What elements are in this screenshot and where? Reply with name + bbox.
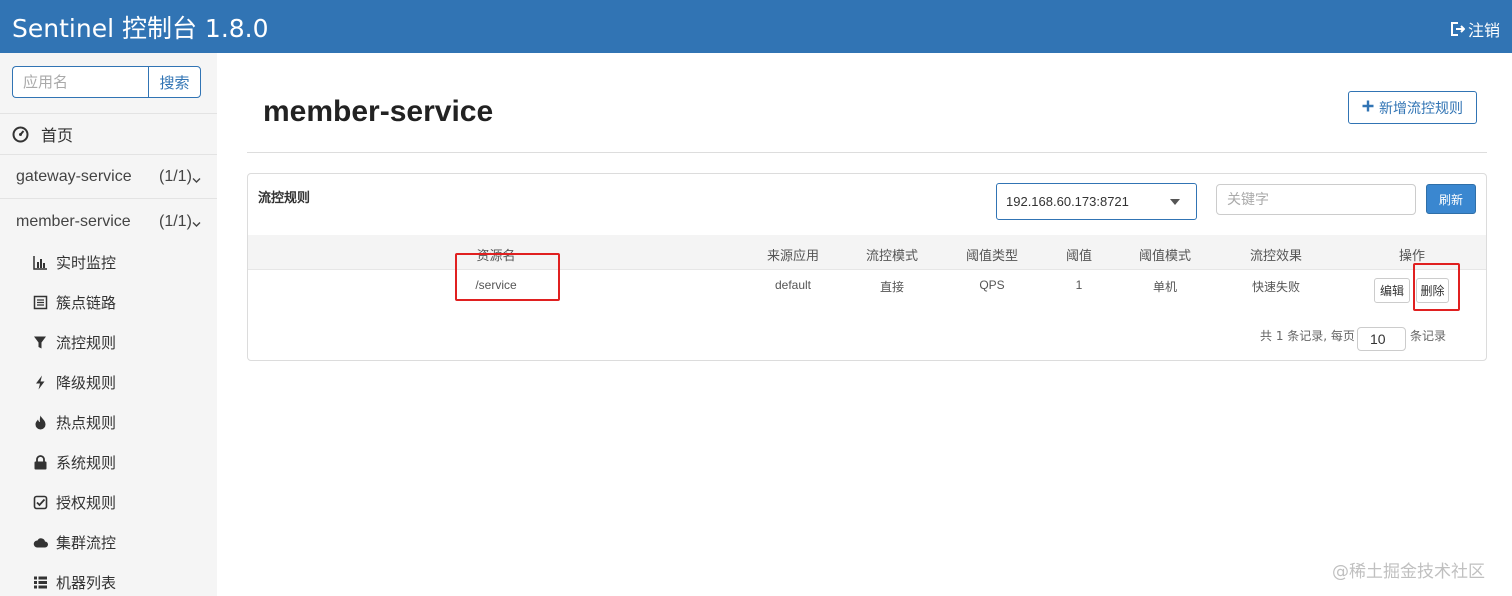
sidebar-item-label: 集群流控 — [56, 533, 117, 552]
flash-icon — [33, 375, 48, 390]
chevron-down-icon — [192, 171, 201, 189]
sidebar-item-label: 授权规则 — [56, 493, 117, 512]
list-icon — [33, 295, 48, 310]
logout-link[interactable]: 注销 — [1449, 17, 1500, 41]
search-button[interactable]: 搜索 — [148, 66, 201, 98]
cell-effect: 快速失败 — [1251, 280, 1301, 294]
sidebar-item-label: 机器列表 — [56, 573, 117, 592]
machine-select-value: 192.168.60.173:8721 — [1006, 194, 1129, 209]
cell-grade: QPS — [979, 278, 1005, 292]
app-instance-count: (1/1) — [159, 168, 192, 185]
sidebar-item-authority-rules[interactable]: 授权规则 — [0, 482, 217, 522]
app-name: member-service — [16, 212, 131, 230]
dashboard-icon — [12, 126, 29, 143]
sidebar-app-gateway[interactable]: gateway-service (1/1) — [0, 156, 217, 199]
page-size-input[interactable]: 10 — [1357, 327, 1406, 351]
table-header: 资源名 来源应用 流控模式 阈值类型 阈值 阈值模式 流控效果 操作 — [248, 235, 1486, 270]
fire-icon — [33, 415, 48, 430]
filter-icon — [33, 335, 48, 350]
cloud-icon — [33, 535, 48, 550]
th-list-icon — [33, 575, 48, 590]
lock-icon — [33, 455, 48, 470]
pager-suffix: 条记录 — [1410, 329, 1447, 343]
sidebar-item-label: 簇点链路 — [56, 293, 117, 312]
sidebar-item-cluster-flow[interactable]: 集群流控 — [0, 522, 217, 562]
delete-button[interactable]: 删除 — [1416, 278, 1449, 303]
add-flow-rule-button[interactable]: 新增流控规则 — [1348, 91, 1477, 124]
column-header: 流控效果 — [1249, 249, 1303, 264]
sidebar-item-machine-list[interactable]: 机器列表 — [0, 562, 217, 596]
sign-out-icon — [1449, 21, 1465, 37]
sidebar-item-flow-rules[interactable]: 流控规则 — [0, 322, 217, 362]
plus-icon — [1362, 100, 1374, 116]
sidebar-item-label: 流控规则 — [56, 333, 117, 352]
column-header: 阈值类型 — [965, 249, 1019, 264]
app-search-group: 搜索 — [12, 66, 201, 98]
sidebar-item-realtime-monitor[interactable]: 实时监控 — [0, 242, 217, 282]
machine-select[interactable]: 192.168.60.173:8721 — [996, 183, 1197, 220]
add-flow-rule-label: 新增流控规则 — [1379, 100, 1463, 117]
column-header: 操作 — [1398, 249, 1426, 264]
sidebar-item-system-rules[interactable]: 系统规则 — [0, 442, 217, 482]
column-header: 来源应用 — [766, 249, 820, 264]
sidebar-item-label: 降级规则 — [56, 373, 117, 392]
column-header: 流控模式 — [865, 249, 919, 264]
check-icon — [33, 495, 48, 510]
sidebar: 搜索 首页 gateway-service (1/1) member-servi… — [0, 53, 217, 596]
app-name: gateway-service — [16, 168, 132, 185]
title-divider — [247, 152, 1487, 153]
sidebar-item-hotspot-rules[interactable]: 热点规则 — [0, 402, 217, 442]
edit-button[interactable]: 编辑 — [1374, 278, 1410, 303]
app-instance-count: (1/1) — [159, 212, 192, 230]
flow-rules-card: 流控规则 192.168.60.173:8721 刷新 资源名 来源应用 流控模… — [247, 173, 1487, 361]
top-navbar: Sentinel 控制台 1.8.0 注销 — [0, 0, 1512, 53]
logout-label: 注销 — [1467, 21, 1500, 40]
app-search-input[interactable] — [12, 66, 148, 98]
cell-mode: 直接 — [879, 280, 905, 294]
column-header: 资源名 — [476, 249, 516, 264]
column-header: 阈值模式 — [1138, 249, 1192, 264]
cell-resource: /service — [475, 278, 517, 292]
bar-chart-icon — [33, 255, 48, 270]
sidebar-item-degrade-rules[interactable]: 降级规则 — [0, 362, 217, 402]
keyword-search-input[interactable] — [1216, 184, 1416, 215]
column-header: 阈值 — [1065, 249, 1093, 264]
watermark: @稀土掘金技术社区 — [1332, 562, 1485, 582]
cell-count: 1 — [1075, 278, 1083, 292]
sidebar-item-cluster-point-link[interactable]: 簇点链路 — [0, 282, 217, 322]
refresh-button[interactable]: 刷新 — [1426, 184, 1476, 214]
sidebar-item-label: 热点规则 — [56, 413, 117, 432]
sidebar-item-label: 系统规则 — [56, 453, 117, 472]
chevron-down-icon — [192, 215, 201, 233]
page-title: member-service — [263, 95, 494, 128]
caret-down-icon — [1170, 199, 1180, 205]
cell-origin: default — [774, 278, 812, 292]
sidebar-item-label: 首页 — [41, 126, 74, 145]
pager-prefix: 共 1 条记录, 每页 — [1260, 329, 1355, 343]
cell-cluster-mode: 单机 — [1152, 280, 1178, 294]
card-title: 流控规则 — [258, 191, 311, 206]
sidebar-item-label: 实时监控 — [56, 253, 117, 272]
sidebar-app-member[interactable]: member-service (1/1) — [0, 200, 217, 243]
sidebar-item-home[interactable]: 首页 — [0, 113, 217, 155]
brand-title[interactable]: Sentinel 控制台 1.8.0 — [12, 9, 269, 45]
